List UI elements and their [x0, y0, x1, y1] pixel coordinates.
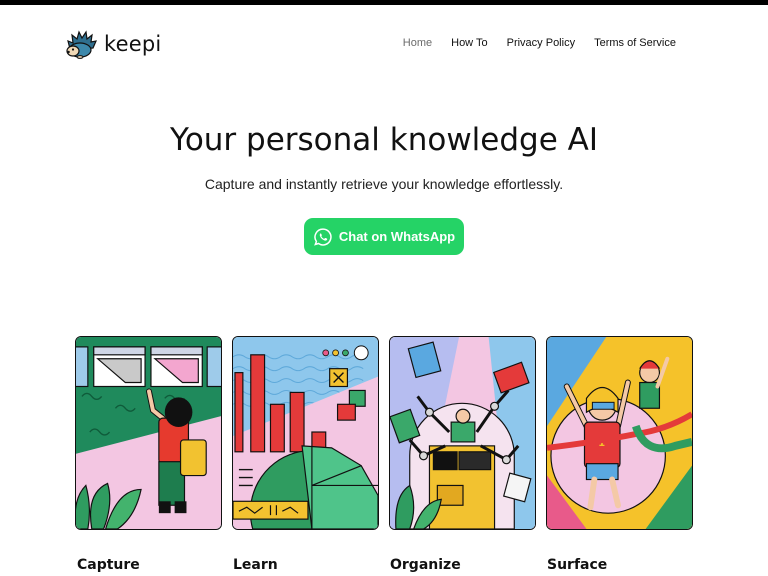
nav-home[interactable]: Home — [403, 37, 432, 49]
feature-title-capture: Capture — [77, 557, 140, 573]
cta-label: Chat on WhatsApp — [338, 229, 456, 244]
learn-illustration — [232, 336, 379, 530]
surface-illustration: 1 — [546, 336, 693, 530]
capture-illustration — [75, 336, 222, 530]
nav-terms-of-service[interactable]: Terms of Service — [594, 37, 676, 49]
site-header: keepi Home How To Privacy Policy Terms o… — [0, 5, 768, 85]
whatsapp-icon — [313, 227, 332, 246]
hero-title: Your personal knowledge AI — [170, 122, 598, 158]
hero-subtitle: Capture and instantly retrieve your know… — [204, 176, 564, 192]
logo[interactable]: keepi — [66, 29, 161, 59]
feature-title-surface: Surface — [547, 557, 608, 573]
nav-privacy-policy[interactable]: Privacy Policy — [507, 37, 575, 49]
feature-title-organize: Organize — [390, 557, 461, 573]
feature-title-learn: Learn — [233, 557, 278, 573]
brand-name: keepi — [104, 32, 162, 56]
nav-how-to[interactable]: How To — [451, 37, 487, 49]
main-nav: Home How To Privacy Policy Terms of Serv… — [403, 37, 676, 49]
chat-on-whatsapp-button[interactable]: Chat on WhatsApp — [304, 218, 464, 255]
hedgehog-icon — [66, 30, 98, 59]
organize-illustration — [389, 336, 536, 530]
